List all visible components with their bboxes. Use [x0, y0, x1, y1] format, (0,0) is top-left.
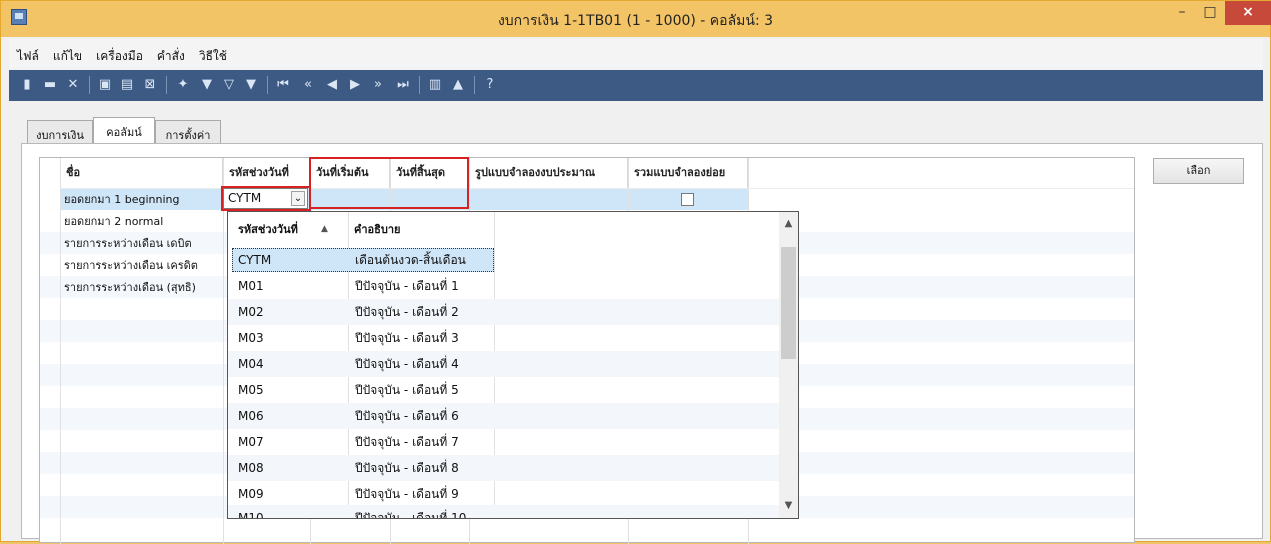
filter-icon[interactable]: ▼: [243, 77, 259, 93]
dropdown-item-description: ปีปัจจุบัน - เดือนที่ 8: [355, 461, 459, 475]
advanced-filter-icon[interactable]: ▽: [221, 77, 237, 93]
dropdown-item[interactable]: M10 ปีปัจจุบัน - เดือนที่ 10: [228, 505, 780, 519]
delete-icon[interactable]: ✕: [65, 77, 81, 93]
dropdown-item-code: M02: [238, 305, 264, 319]
window-title: งบการเงิน 1-1TB01 (1 - 1000) - คอลัมน์: …: [497, 13, 774, 29]
dropdown-item[interactable]: M04 ปีปัจจุบัน - เดือนที่ 4: [228, 351, 780, 377]
menu-edit[interactable]: แก้ไข: [45, 39, 88, 66]
previous-record-icon[interactable]: ◀: [324, 77, 340, 93]
dropdown-item-description: ปีปัจจุบัน - เดือนที่ 5: [355, 383, 459, 397]
dropdown-item-code: M08: [238, 461, 264, 475]
dropdown-item-description: ปีปัจจุบัน - เดือนที่ 10: [355, 511, 467, 519]
toolbar-separator: [89, 76, 90, 94]
row-name-cell[interactable]: รายการระหว่างเดือน เดบิต: [60, 233, 192, 255]
scroll-down-icon[interactable]: ▼: [779, 500, 798, 511]
select-button[interactable]: เลือก: [1153, 158, 1244, 184]
close-button[interactable]: ×: [1225, 1, 1271, 25]
alert-icon[interactable]: ▲: [450, 77, 466, 93]
include-sub-model-checkbox[interactable]: [681, 193, 694, 206]
dropdown-item[interactable]: M09 ปีปัจจุบัน - เดือนที่ 9: [228, 481, 780, 507]
print-icon[interactable]: ▣: [97, 77, 113, 93]
toolbar-separator: [419, 76, 420, 94]
dropdown-item[interactable]: M02 ปีปัจจุบัน - เดือนที่ 2: [228, 299, 780, 325]
attachments-icon[interactable]: ▥: [427, 77, 443, 93]
row-band: [40, 518, 1134, 540]
highlight-date-code-combo: [221, 186, 311, 211]
dropdown-item-code: M06: [238, 409, 264, 423]
grid-line: [223, 158, 224, 544]
highlight-date-columns: [309, 157, 469, 209]
toolbar: ▮ ▬ ✕ ▣ ▤ ⊠ ✦ ▼ ▽ ▼ ⏮ « ◀ ▶ » ⏭ ▥ ▲ ?: [9, 70, 1263, 101]
dropdown-scrollbar[interactable]: ▲ ▼: [779, 212, 798, 518]
dropdown-item-code: M05: [238, 383, 264, 397]
dropdown-item[interactable]: M05 ปีปัจจุบัน - เดือนที่ 5: [228, 377, 780, 403]
filter-by-field-icon[interactable]: ▼: [199, 77, 215, 93]
dropdown-item-code: M10: [238, 511, 264, 519]
tab-columns[interactable]: คอลัมน์: [93, 117, 155, 144]
filter-select-icon[interactable]: ✦: [175, 77, 191, 93]
save-icon[interactable]: ▬: [42, 77, 58, 93]
dropdown-header-description[interactable]: คำอธิบาย: [354, 212, 494, 247]
menu-tools[interactable]: เครื่องมือ: [88, 39, 149, 66]
dropdown-item-code: M07: [238, 435, 264, 449]
dropdown-item[interactable]: M06 ปีปัจจุบัน - เดือนที่ 6: [228, 403, 780, 429]
new-icon[interactable]: ▮: [19, 77, 35, 93]
application-window: งบการเงิน 1-1TB01 (1 - 1000) - คอลัมน์: …: [0, 0, 1271, 544]
dropdown-item-description: ปีปัจจุบัน - เดือนที่ 2: [355, 305, 459, 319]
dropdown-item-description: ปีปัจจุบัน - เดือนที่ 4: [355, 357, 459, 371]
row-name-cell[interactable]: รายการระหว่างเดือน เครดิต: [60, 255, 198, 277]
minimize-button[interactable]: –: [1168, 1, 1196, 25]
date-code-dropdown[interactable]: รหัสช่วงวันที่ ▲ คำอธิบาย CYTM เดือนต้นง…: [227, 211, 799, 519]
menu-command[interactable]: คำสั่ง: [149, 39, 191, 66]
excel-icon[interactable]: ⊠: [142, 77, 158, 93]
last-record-icon[interactable]: ⏭: [395, 77, 411, 93]
title-bar[interactable]: งบการเงิน 1-1TB01 (1 - 1000) - คอลัมน์: …: [1, 1, 1271, 37]
dropdown-item-description: เดือนต้นงวด-สิ้นเดือน: [355, 253, 466, 267]
scroll-up-icon[interactable]: ▲: [779, 218, 798, 229]
row-name-cell[interactable]: ยอดยกมา 1 beginning: [60, 189, 179, 211]
column-header-date-code[interactable]: รหัสช่วงวันที่: [223, 158, 310, 188]
dropdown-item-description: ปีปัจจุบัน - เดือนที่ 7: [355, 435, 459, 449]
dropdown-item[interactable]: M08 ปีปัจจุบัน - เดือนที่ 8: [228, 455, 780, 481]
dropdown-item-description: ปีปัจจุบัน - เดือนที่ 9: [355, 487, 459, 501]
dropdown-item[interactable]: CYTM เดือนต้นงวด-สิ้นเดือน: [228, 247, 780, 273]
toolbar-separator: [474, 76, 475, 94]
column-header-name[interactable]: ชื่อ: [60, 158, 223, 188]
previous-page-icon[interactable]: «: [300, 77, 316, 93]
dropdown-item[interactable]: M07 ปีปัจจุบัน - เดือนที่ 7: [228, 429, 780, 455]
column-header-budget-model[interactable]: รูปแบบจำลองงบประมาณ: [469, 158, 628, 188]
dropdown-item-code: M09: [238, 487, 264, 501]
dropdown-item-description: ปีปัจจุบัน - เดือนที่ 6: [355, 409, 459, 423]
toolbar-separator: [166, 76, 167, 94]
row-name-cell[interactable]: รายการระหว่างเดือน (สุทธิ): [60, 277, 196, 299]
row-name-cell[interactable]: ยอดยกมา 2 normal: [60, 211, 163, 233]
dropdown-item-code: M04: [238, 357, 264, 371]
tab-financial-statement[interactable]: งบการเงิน: [27, 120, 93, 144]
dropdown-item-description: ปีปัจจุบัน - เดือนที่ 3: [355, 331, 459, 345]
dropdown-item[interactable]: M03 ปีปัจจุบัน - เดือนที่ 3: [228, 325, 780, 351]
dropdown-item-description: ปีปัจจุบัน - เดือนที่ 1: [355, 279, 459, 293]
menu-file[interactable]: ไฟล์: [9, 39, 45, 66]
scrollbar-thumb[interactable]: [781, 247, 796, 359]
menu-help[interactable]: วิธีใช้: [191, 39, 233, 66]
dropdown-item[interactable]: M01 ปีปัจจุบัน - เดือนที่ 1: [228, 273, 780, 299]
tab-settings[interactable]: การตั้งค่า: [155, 120, 221, 144]
dropdown-item-code: M01: [238, 279, 264, 293]
maximize-button[interactable]: □: [1196, 1, 1224, 25]
help-icon[interactable]: ?: [482, 77, 498, 93]
toolbar-separator: [267, 76, 268, 94]
sort-ascending-icon: ▲: [321, 224, 328, 234]
print-preview-icon[interactable]: ▤: [119, 77, 135, 93]
first-record-icon[interactable]: ⏮: [275, 77, 291, 93]
next-record-icon[interactable]: ▶: [347, 77, 363, 93]
dropdown-item-code: CYTM: [238, 253, 272, 267]
menu-bar: ไฟล์ แก้ไข เครื่องมือ คำสั่ง วิธีใช้: [9, 39, 1263, 69]
next-page-icon[interactable]: »: [370, 77, 386, 93]
column-header-sub-model[interactable]: รวมแบบจำลองย่อย: [628, 158, 748, 188]
dropdown-item-code: M03: [238, 331, 264, 345]
